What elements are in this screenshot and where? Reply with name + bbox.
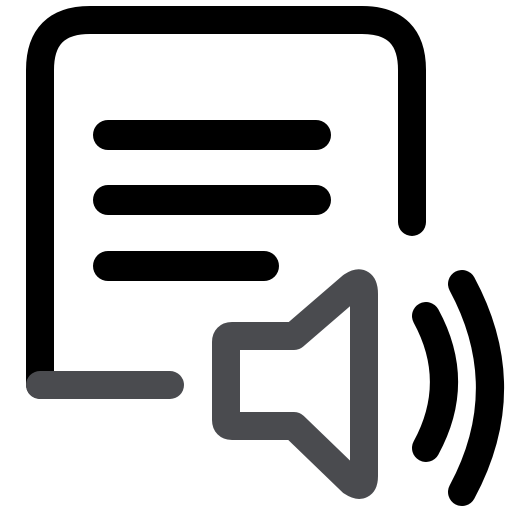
text-to-speech-icon <box>26 6 504 506</box>
speaker-icon <box>212 269 378 499</box>
sound-waves-icon <box>412 270 504 506</box>
text-lines-icon <box>93 120 331 281</box>
icon-canvas <box>0 0 512 512</box>
sound-wave-inner <box>412 302 458 462</box>
sound-wave-outer <box>448 270 504 506</box>
